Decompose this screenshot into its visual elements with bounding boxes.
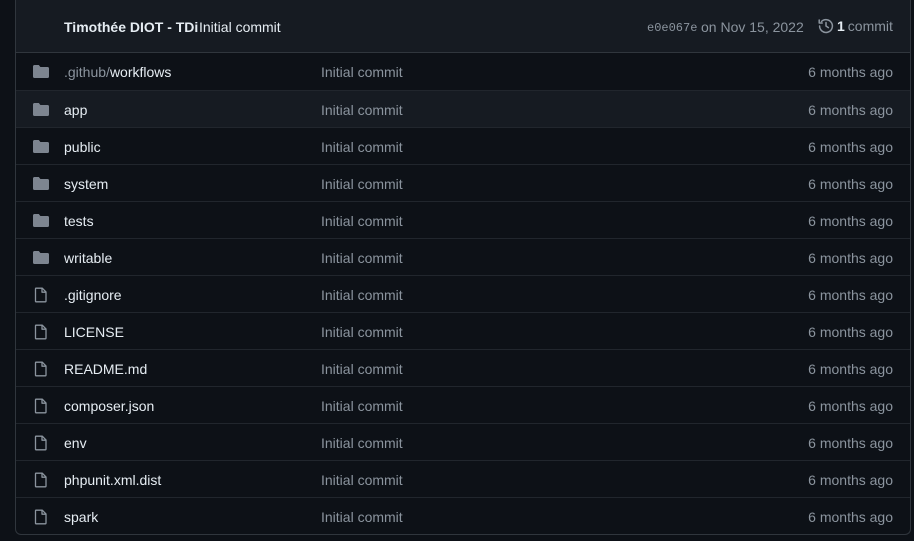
- file-row[interactable]: phpunit.xml.dist Initial commit 6 months a…: [16, 460, 910, 497]
- commit-age: 6 months ago: [808, 176, 893, 192]
- file-name-link[interactable]: .github/workflows: [64, 64, 171, 80]
- folder-icon: [32, 64, 50, 80]
- commit-age: 6 months ago: [808, 361, 893, 377]
- file-name-link[interactable]: LICENSE: [64, 324, 124, 340]
- file-row[interactable]: env Initial commit 6 months ago: [16, 423, 910, 460]
- file-name-link[interactable]: spark: [64, 509, 98, 525]
- file-name-link[interactable]: phpunit.xml.dist: [64, 472, 161, 488]
- history-icon: [818, 18, 834, 34]
- commit-message-link[interactable]: Initial commit: [321, 250, 403, 266]
- commit-message-link[interactable]: Initial commit: [321, 361, 403, 377]
- commit-age: 6 months ago: [808, 64, 893, 80]
- commit-message-link[interactable]: Initial commit: [321, 176, 403, 192]
- commit-age: 6 months ago: [808, 435, 893, 451]
- folder-icon: [32, 213, 50, 229]
- commit-message-link[interactable]: Initial commit: [321, 324, 403, 340]
- file-row[interactable]: app Initial commit 6 months ago: [16, 90, 910, 127]
- file-name: workflows: [109, 64, 172, 80]
- file-name: .gitignore: [64, 287, 122, 303]
- file-icon: [32, 435, 50, 451]
- file-row[interactable]: writable Initial commit 6 months ago: [16, 238, 910, 275]
- file-name-link[interactable]: app: [64, 102, 87, 118]
- file-icon: [32, 324, 50, 340]
- file-icon: [32, 472, 50, 488]
- file-name-link[interactable]: README.md: [64, 361, 147, 377]
- file-name-link[interactable]: .gitignore: [64, 287, 122, 303]
- file-name: composer.json: [64, 398, 155, 414]
- file-name: public: [64, 139, 101, 155]
- file-icon: [32, 287, 50, 303]
- commit-age: 6 months ago: [808, 324, 893, 340]
- commit-age: 6 months ago: [808, 250, 893, 266]
- file-name: env: [64, 435, 87, 451]
- commit-message-link[interactable]: Initial commit: [321, 287, 403, 303]
- commit-message[interactable]: Initial commit: [199, 19, 281, 35]
- commit-date: on Nov 15, 2022: [701, 19, 804, 35]
- file-row[interactable]: composer.json Initial commit 6 months ago: [16, 386, 910, 423]
- file-name: LICENSE: [64, 324, 124, 340]
- folder-icon: [32, 102, 50, 118]
- file-row[interactable]: system Initial commit 6 months ago: [16, 164, 910, 201]
- commit-label: commit: [847, 18, 893, 34]
- file-browser: Timothée DIOT - TDi Initial commit e0e06…: [15, 0, 911, 535]
- path-prefix: .github/: [64, 64, 110, 80]
- file-icon: [32, 509, 50, 525]
- file-name: writable: [64, 250, 113, 266]
- file-icon: [32, 398, 50, 414]
- commit-count: 1: [837, 18, 845, 34]
- commit-age: 6 months ago: [808, 102, 893, 118]
- commit-message-link[interactable]: Initial commit: [321, 472, 403, 488]
- file-name-link[interactable]: public: [64, 139, 101, 155]
- file-name: tests: [64, 213, 94, 229]
- file-name-link[interactable]: composer.json: [64, 398, 154, 414]
- commit-history-link[interactable]: 1 commit: [818, 18, 893, 34]
- commit-message-link[interactable]: Initial commit: [321, 64, 403, 80]
- file-list: .github/workflows Initial commit 6 months …: [16, 53, 910, 534]
- file-name-link[interactable]: env: [64, 435, 87, 451]
- file-row[interactable]: LICENSE Initial commit 6 months ago: [16, 312, 910, 349]
- file-row[interactable]: public Initial commit 6 months ago: [16, 127, 910, 164]
- file-row[interactable]: README.md Initial commit 6 months ago: [16, 349, 910, 386]
- file-name: README.md: [64, 361, 148, 377]
- latest-commit-bar: Timothée DIOT - TDi Initial commit e0e06…: [16, 0, 910, 53]
- file-name-link[interactable]: system: [64, 176, 108, 192]
- file-name-link[interactable]: tests: [64, 213, 94, 229]
- folder-icon: [32, 250, 50, 266]
- commit-age: 6 months ago: [808, 213, 893, 229]
- file-row[interactable]: .github/workflows Initial commit 6 months …: [16, 53, 910, 90]
- file-name: system: [64, 176, 109, 192]
- commit-message-link[interactable]: Initial commit: [321, 213, 403, 229]
- file-name: app: [64, 102, 88, 118]
- file-name: phpunit.xml.dist: [64, 472, 162, 488]
- commit-age: 6 months ago: [808, 398, 893, 414]
- commit-message-link[interactable]: Initial commit: [321, 398, 403, 414]
- file-icon: [32, 361, 50, 377]
- commit-sha[interactable]: e0e067e: [647, 21, 697, 35]
- commit-age: 6 months ago: [808, 472, 893, 488]
- commit-author[interactable]: Timothée DIOT - TDi: [64, 19, 198, 35]
- commit-message-link[interactable]: Initial commit: [321, 509, 403, 525]
- folder-icon: [32, 139, 50, 155]
- file-name-link[interactable]: writable: [64, 250, 112, 266]
- commit-age: 6 months ago: [808, 509, 893, 525]
- commit-age: 6 months ago: [808, 287, 893, 303]
- file-row[interactable]: tests Initial commit 6 months ago: [16, 201, 910, 238]
- file-row[interactable]: spark Initial commit 6 months ago: [16, 497, 910, 534]
- commit-age: 6 months ago: [808, 139, 893, 155]
- commit-message-link[interactable]: Initial commit: [321, 102, 403, 118]
- commit-message-link[interactable]: Initial commit: [321, 435, 403, 451]
- file-row[interactable]: .gitignore Initial commit 6 months ago: [16, 275, 910, 312]
- commit-message-link[interactable]: Initial commit: [321, 139, 403, 155]
- file-name: spark: [64, 509, 99, 525]
- folder-icon: [32, 176, 50, 192]
